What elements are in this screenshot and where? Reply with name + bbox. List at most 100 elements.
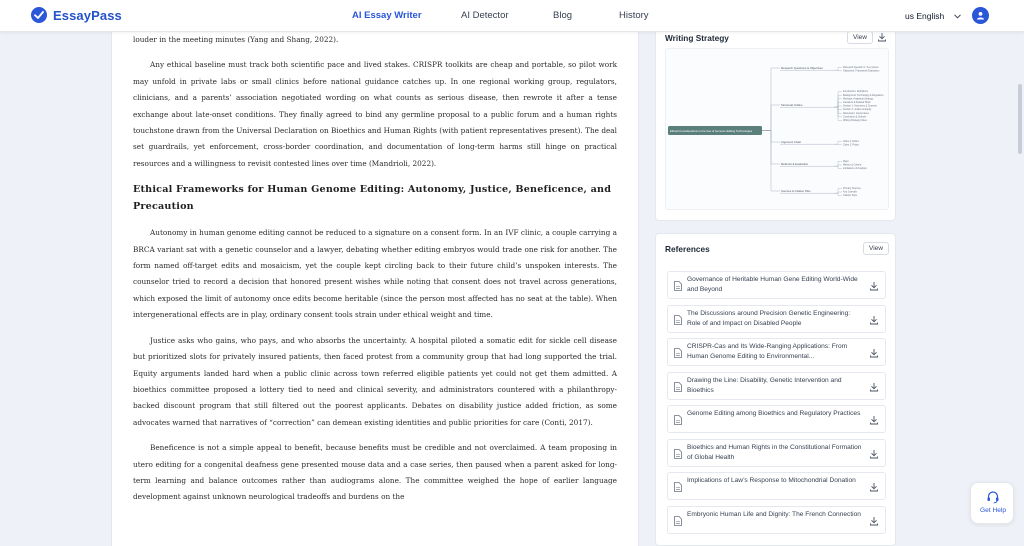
writing-strategy-view-button[interactable]: View <box>847 31 873 44</box>
mind-map[interactable]: Ethical Considerations in the Use of Gen… <box>665 48 889 210</box>
mind-map-connector <box>834 67 842 71</box>
mind-map-leaf-label: Claim 1: Ethics <box>843 140 860 143</box>
essay-content: louder in the meeting minutes (Yang and … <box>133 32 617 515</box>
reference-title: Bioethics and Human Rights in the Consti… <box>687 443 862 461</box>
nav-history[interactable]: History <box>619 10 649 21</box>
mind-map-connector <box>834 144 842 145</box>
mind-map-leaf-label: Section 2: Justice & Equity <box>843 108 872 111</box>
headset-icon <box>987 491 999 504</box>
reference-item[interactable]: CRISPR-Cas and Its Wide-Ranging Applicat… <box>667 338 886 366</box>
get-help-button[interactable]: Get Help <box>970 482 1014 524</box>
mind-map-branch-label: Methods & Evaluation <box>781 162 809 166</box>
section-heading: Ethical Frameworks for Human Genome Edit… <box>133 184 612 213</box>
mind-map-leaf-label: Objectives: Framework Evaluation <box>843 69 880 72</box>
mind-map-leaf-label: Discussion: Governance <box>843 112 870 115</box>
download-icon[interactable] <box>869 348 879 358</box>
mind-map-connector <box>834 191 842 194</box>
mind-map-leaf-label: Limitations of Analysis <box>843 167 867 170</box>
mind-map-connector <box>834 105 842 108</box>
reference-item[interactable]: Embryonic Human Life and Dignity: The Fr… <box>667 505 886 534</box>
download-icon[interactable] <box>869 382 879 392</box>
download-icon[interactable] <box>869 415 879 425</box>
mind-map-leaf-label: Research Question 1: Key Issues <box>843 66 879 69</box>
download-icon[interactable] <box>877 32 887 42</box>
reference-title: Embryonic Human Life and Dignity: The Fr… <box>687 510 861 518</box>
document-icon <box>674 314 682 325</box>
mind-map-connector <box>762 130 780 192</box>
reference-item[interactable]: Drawing the Line: Disability, Genetic In… <box>667 371 886 400</box>
reference-title: Governance of Heritable Human Gene Editi… <box>687 276 858 294</box>
mind-map-connector <box>834 70 842 71</box>
mind-map-connector <box>834 193 842 196</box>
reference-title: Implications of Law’s Response to Mitoch… <box>687 477 856 484</box>
logo-icon <box>31 7 47 23</box>
essay-paragraph: Beneficence is not a simple appeal to be… <box>133 443 617 502</box>
essay-paragraph: Any ethical baseline must track both sci… <box>133 60 617 168</box>
reference-item[interactable]: Bioethics and Human Rights in the Consti… <box>667 438 886 467</box>
chevron-down-icon <box>954 12 962 21</box>
mind-map-connector <box>834 166 842 169</box>
mind-map-connector <box>834 141 842 145</box>
mind-map-diagram: Ethical Considerations in the Use of Gen… <box>668 66 884 197</box>
download-icon[interactable] <box>869 516 879 526</box>
document-icon <box>674 281 682 291</box>
download-icon[interactable] <box>869 281 879 291</box>
nav-ai-essay-writer[interactable]: AI Essay Writer <box>352 10 422 21</box>
mind-map-leaf-label: Writing Strategy Notes <box>843 119 868 122</box>
writing-strategy-title: Writing Strategy <box>665 33 729 43</box>
language-selector[interactable]: us English <box>905 11 962 21</box>
mind-map-leaf-label: Conclusion & Outlook <box>843 115 867 118</box>
nav-blog[interactable]: Blog <box>553 10 572 21</box>
document-icon <box>674 348 682 358</box>
references-title: References <box>665 244 710 254</box>
reference-item[interactable]: The Discussions around Precision Genetic… <box>667 304 886 333</box>
document-icon <box>674 515 682 526</box>
reference-item[interactable]: Implications of Law’s Response to Mitoch… <box>667 472 886 500</box>
mind-map-leaf-label: Literature & Related Work <box>843 101 871 104</box>
language-label: us English <box>905 11 945 21</box>
mind-map-leaf-label: Primary Sources <box>843 187 861 190</box>
mind-map-branch-label: Structural Outline <box>781 103 803 107</box>
reference-title: The Discussions around Precision Genetic… <box>687 309 851 327</box>
user-avatar[interactable] <box>972 7 989 24</box>
essay-paragraph: louder in the meeting minutes (Yang and … <box>133 35 339 44</box>
reference-title: Drawing the Line: Disability, Genetic In… <box>687 376 842 394</box>
reference-title: CRISPR-Cas and Its Wide-Ranging Applicat… <box>687 343 848 361</box>
writing-strategy-panel: Writing Strategy View Ethical Considerat… <box>655 23 896 221</box>
essay-document[interactable]: louder in the meeting minutes (Yang and … <box>111 32 639 546</box>
references-panel: References View Governance of Heritable … <box>655 233 896 546</box>
mind-map-leaf-label: Metrics & Criteria <box>843 164 862 167</box>
page-scrollbar[interactable] <box>1016 34 1024 546</box>
mind-map-root-label: Ethical Considerations in the Use of Gen… <box>670 129 753 133</box>
reference-item[interactable]: Governance of Heritable Human Gene Editi… <box>667 271 886 299</box>
brand-name: EssayPass <box>53 7 122 23</box>
document-icon <box>674 482 682 492</box>
mind-map-leaf-label: Claim 2: Policy <box>843 143 860 146</box>
document-icon <box>674 415 682 425</box>
mind-map-leaf-label: Introduction: Definitions <box>843 90 869 93</box>
mind-map-leaf-label: Key Journals <box>843 191 858 194</box>
mind-map-leaf-label: Rigor <box>843 160 849 163</box>
essay-paragraph: Justice asks who gains, who pays, and wh… <box>133 335 617 427</box>
document-icon <box>674 448 682 459</box>
reference-title: Genome Editing among Bioethics and Regul… <box>687 410 861 417</box>
references-view-button[interactable]: View <box>863 242 889 255</box>
download-icon[interactable] <box>869 482 879 492</box>
scrollbar-thumb[interactable] <box>1018 84 1022 154</box>
download-icon[interactable] <box>869 449 879 459</box>
nav-ai-detector[interactable]: AI Detector <box>461 10 509 21</box>
mind-map-leaf-label: Citation Style <box>843 194 858 197</box>
document-icon <box>674 381 682 392</box>
mind-map-connector <box>834 164 842 167</box>
mind-map-connector <box>834 107 842 121</box>
top-navigation-bar: EssayPass AI Essay Writer AI Detector Bl… <box>0 0 1024 32</box>
user-icon <box>976 11 985 20</box>
reference-item[interactable]: Genome Editing among Bioethics and Regul… <box>667 405 886 433</box>
essay-paragraph: Autonomy in human genome editing cannot … <box>133 228 617 320</box>
download-icon[interactable] <box>869 315 879 325</box>
mind-map-branch-label: Argument Chain <box>781 140 802 144</box>
mind-map-branch-label: Research Questions & Objectives <box>781 66 823 70</box>
mind-map-connector <box>762 104 780 131</box>
mind-map-leaf-label: Section 1: Autonomy & Consent <box>843 105 877 108</box>
brand-logo[interactable]: EssayPass <box>31 7 122 23</box>
